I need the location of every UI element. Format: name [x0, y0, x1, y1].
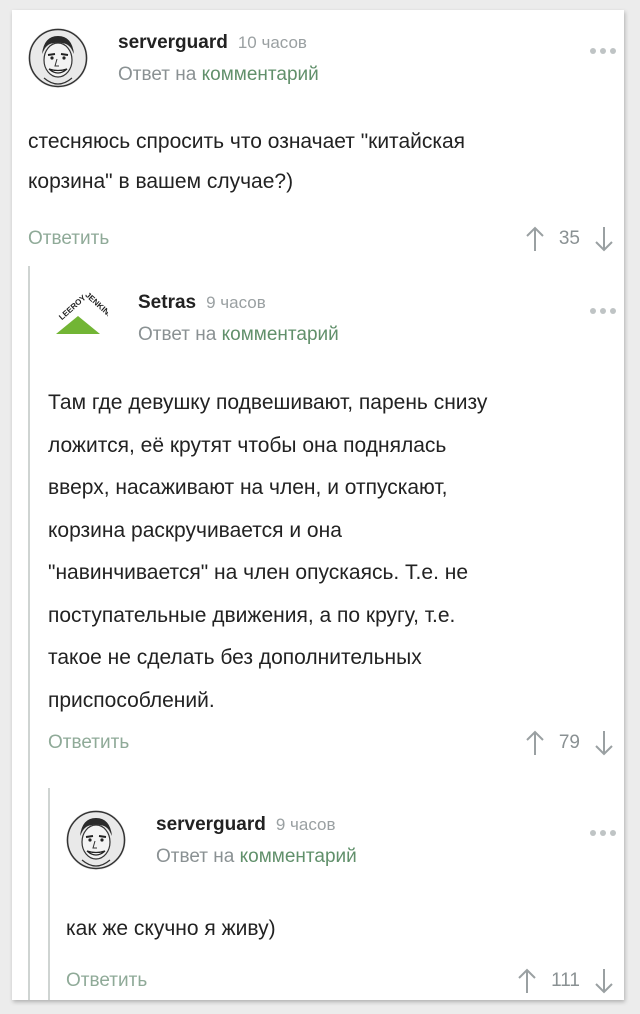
comments-card: serverguard 10 часов Ответ на комментарий…: [12, 10, 624, 1000]
reply-to-link[interactable]: комментарий: [222, 324, 339, 345]
rating: 79: [525, 730, 614, 756]
comment-meta: serverguard 9 часов: [156, 814, 336, 836]
reply-to-link[interactable]: комментарий: [202, 64, 319, 85]
avatar[interactable]: [28, 28, 88, 88]
rating: 111: [517, 968, 614, 994]
comment-meta: serverguard 10 часов: [118, 32, 307, 54]
comment-1: serverguard 10 часов Ответ на комментарий…: [28, 28, 624, 258]
downvote-arrow-icon[interactable]: [594, 730, 614, 756]
author-name[interactable]: Setras: [138, 292, 196, 313]
comment-header: serverguard 9 часов Ответ на комментарий: [66, 810, 624, 880]
upvote-arrow-icon[interactable]: [517, 968, 537, 994]
rating: 35: [525, 226, 614, 252]
downvote-arrow-icon[interactable]: [594, 968, 614, 994]
reply-to-line: Ответ на комментарий: [156, 846, 357, 868]
comment-footer: Ответить 111: [66, 968, 624, 1000]
more-options-icon[interactable]: [590, 48, 616, 54]
reply-to-prefix: Ответ на: [118, 64, 197, 85]
comment-meta: Setras 9 часов: [138, 292, 266, 314]
author-name[interactable]: serverguard: [118, 32, 228, 53]
comment-header: serverguard 10 часов Ответ на комментарий: [28, 28, 624, 98]
comment-time: 9 часов: [275, 815, 336, 834]
reply-to-line: Ответ на комментарий: [138, 324, 339, 346]
reply-button[interactable]: Ответить: [66, 970, 147, 992]
score-value: 35: [558, 228, 580, 249]
reply-to-link[interactable]: комментарий: [240, 846, 357, 867]
caricature-face-icon: [66, 810, 126, 870]
comment-footer: Ответить 79: [48, 730, 624, 762]
comment-text: как же скучно я живу): [66, 917, 276, 940]
comment-text: Там где девушку подвешивают, парень сниз…: [48, 391, 488, 712]
upvote-arrow-icon[interactable]: [525, 226, 545, 252]
score-value: 111: [551, 970, 580, 991]
comment-time: 9 часов: [206, 293, 266, 312]
upvote-arrow-icon[interactable]: [525, 730, 545, 756]
reply-button[interactable]: Ответить: [28, 228, 109, 250]
comment-2: LEEROY JENKINS Setras 9 часов Ответ на ко…: [48, 288, 624, 768]
leroy-jenkins-logo-icon: LEEROY JENKINS: [48, 288, 108, 348]
reply-to-line: Ответ на комментарий: [118, 64, 319, 86]
comment-3: serverguard 9 часов Ответ на комментарий …: [66, 810, 624, 1000]
more-options-icon[interactable]: [590, 830, 616, 836]
score-value: 79: [558, 732, 580, 753]
comment-text: стесняюсь спросить что означает "китайск…: [28, 130, 466, 193]
avatar[interactable]: LEEROY JENKINS: [48, 288, 108, 348]
reply-to-prefix: Ответ на: [138, 324, 217, 345]
more-options-icon[interactable]: [590, 308, 616, 314]
author-name[interactable]: serverguard: [156, 814, 266, 835]
downvote-arrow-icon[interactable]: [594, 226, 614, 252]
thread-line[interactable]: [28, 266, 30, 1000]
avatar[interactable]: [66, 810, 126, 870]
reply-button[interactable]: Ответить: [48, 732, 129, 754]
comment-header: LEEROY JENKINS Setras 9 часов Ответ на ко…: [48, 288, 624, 358]
comment-time: 10 часов: [237, 33, 307, 52]
comment-footer: Ответить 35: [28, 226, 624, 258]
thread-line[interactable]: [48, 788, 50, 1000]
caricature-face-icon: [28, 28, 88, 88]
reply-to-prefix: Ответ на: [156, 846, 235, 867]
